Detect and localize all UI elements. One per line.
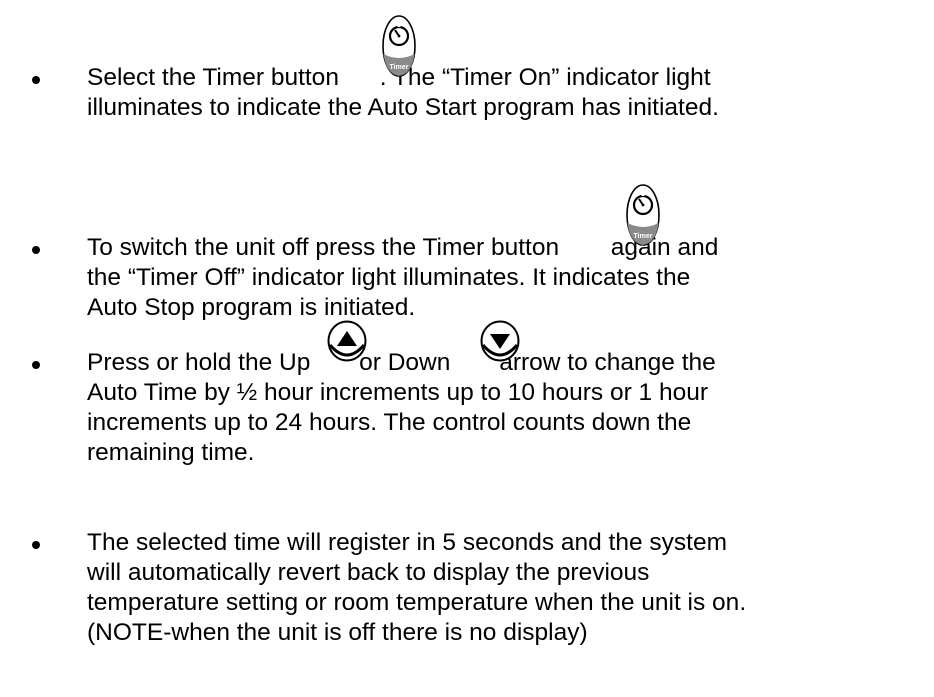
bullet-dot <box>32 538 46 552</box>
bullet-dot <box>32 73 46 87</box>
text-line: (NOTE-when the unit is off there is no d… <box>87 619 588 646</box>
text-line: illuminates to indicate the Auto Start p… <box>87 94 719 121</box>
text-line: increments up to 24 hours. The control c… <box>87 409 692 436</box>
timer-icon: Timer <box>382 14 416 78</box>
timer-icon: Timer <box>626 183 660 247</box>
instruction-page: Select the Timer button . The “Timer On”… <box>0 0 934 697</box>
text-line: Press or hold the Up or Down arrow to ch… <box>87 348 716 378</box>
down-arrow-icon <box>480 320 520 362</box>
text-line: Auto Time by ½ hour increments up to 10 … <box>87 379 709 406</box>
bullet-dot <box>32 358 46 372</box>
text-segment: Select the Timer button <box>87 64 346 91</box>
text-line: remaining time. <box>87 439 255 466</box>
text-segment: arrow to change the <box>492 349 716 376</box>
text-line: will automatically revert back to displa… <box>87 559 650 586</box>
timer-icon-label: Timer <box>390 64 409 71</box>
text-line: the “Timer Off” indicator light illumina… <box>87 264 691 291</box>
text-line: The selected time will register in 5 sec… <box>87 529 728 556</box>
text-segment: or Down <box>352 349 451 376</box>
text-segment: . The “Timer On” indicator light <box>379 64 711 91</box>
text-line: To switch the unit off press the Timer b… <box>87 233 718 263</box>
text-line: temperature setting or room temperature … <box>87 589 747 616</box>
up-arrow-icon <box>327 320 367 362</box>
text-segment: Press or hold the Up <box>87 349 311 376</box>
timer-icon-label: Timer <box>634 233 653 240</box>
bullet-dot <box>32 243 46 257</box>
text-segment: again and <box>603 234 719 261</box>
text-line: Auto Stop program is initiated. <box>87 294 416 321</box>
text-segment: To switch the unit off press the Timer b… <box>87 234 566 261</box>
